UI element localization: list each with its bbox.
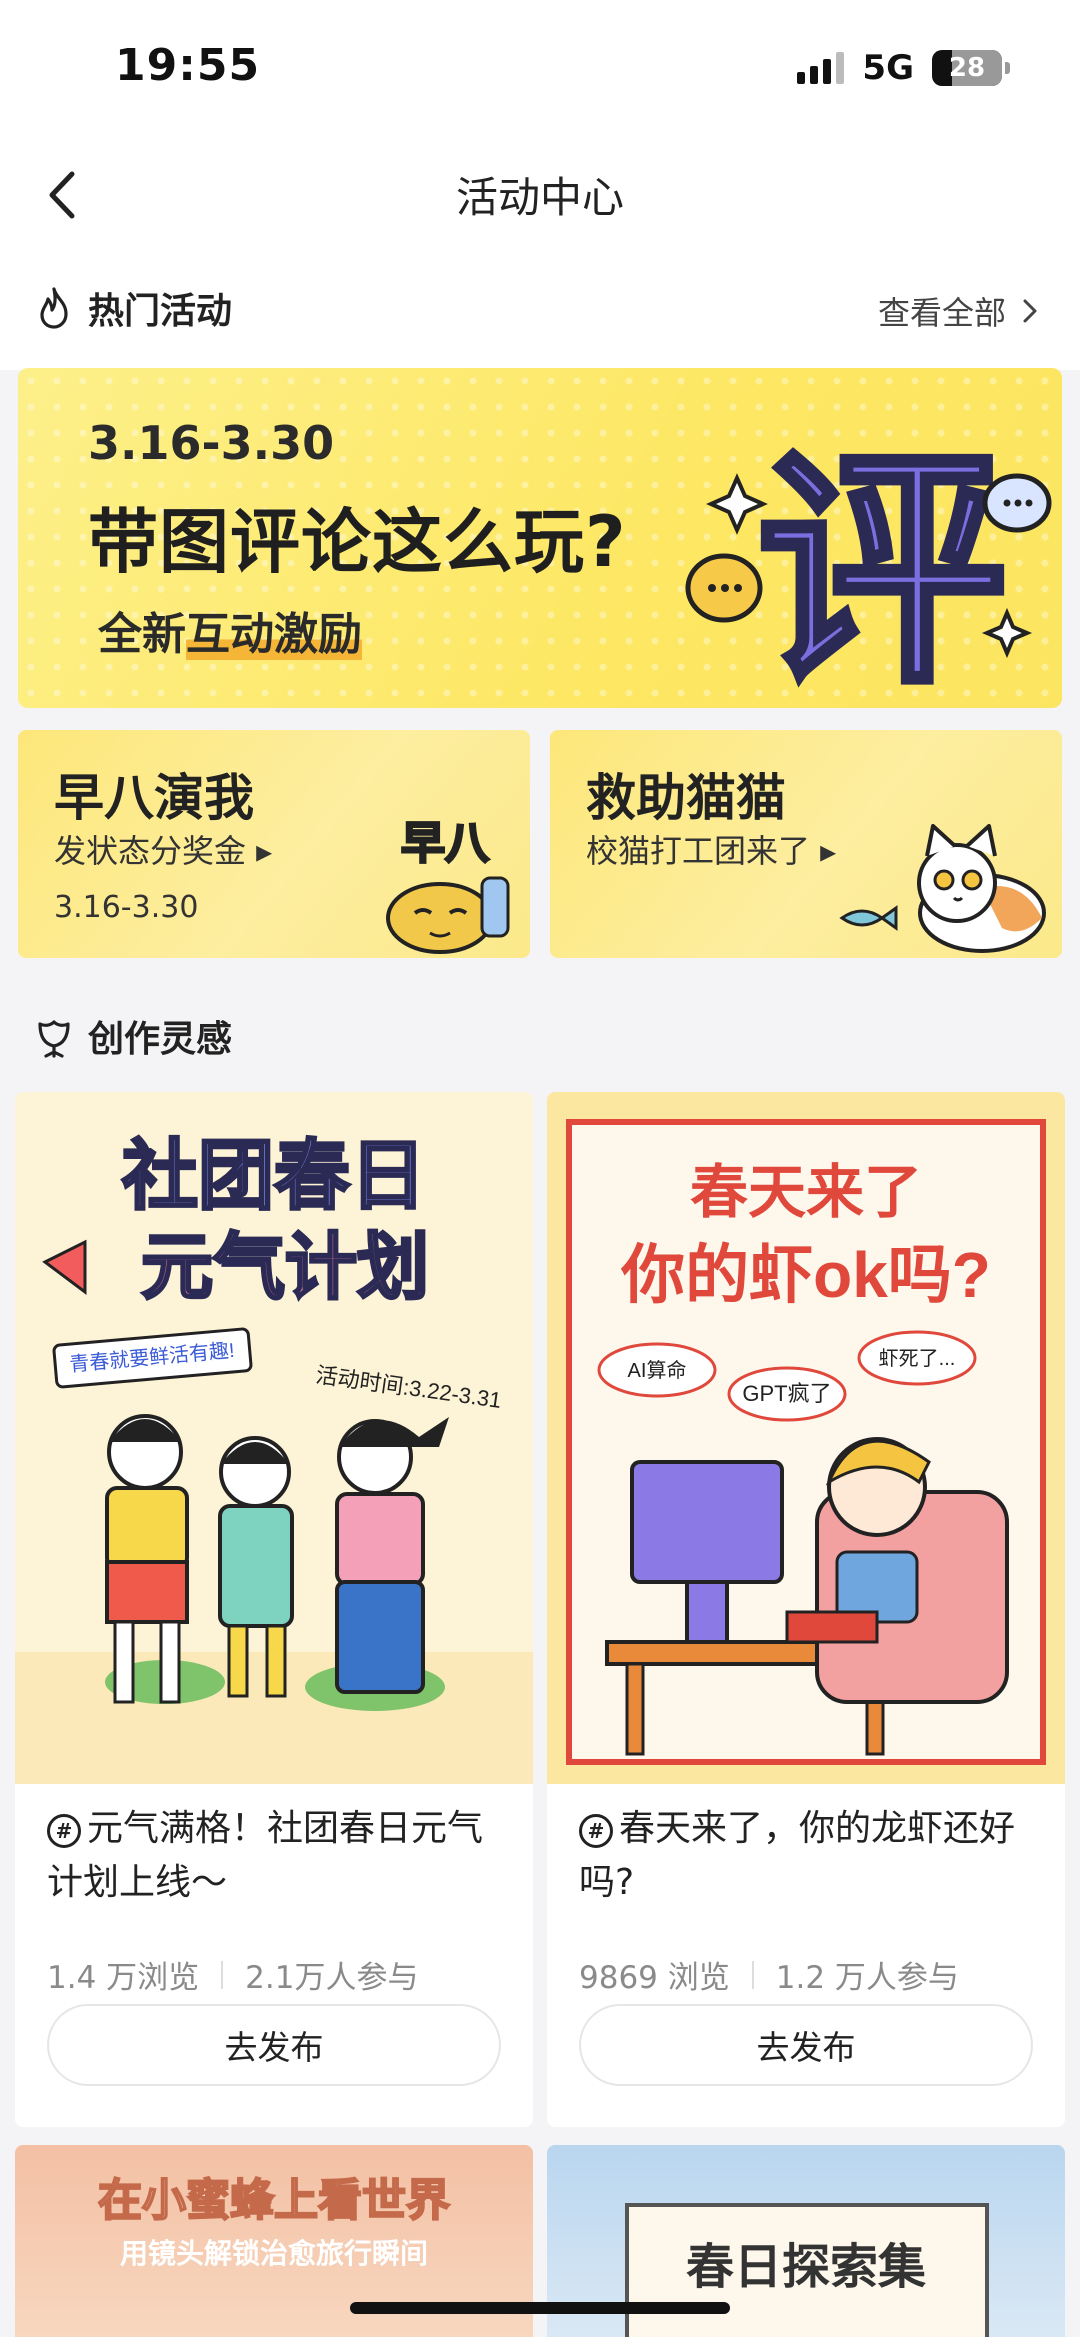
inspiration-section-title: 创作灵感 [88,1019,233,1060]
hero-date: 3.16-3.30 [88,416,335,470]
svg-text:评: 评 [757,432,1007,708]
topic-hash-icon: # [579,1814,613,1848]
cat-illustration [839,824,1046,953]
activity-card-morning[interactable]: 早八演我 发状态分奖金 ▸ 3.16-3.30 早八 [18,730,530,958]
status-time: 19:55 [115,40,261,91]
network-type: 5G [862,48,914,88]
participant-count: 2.1万人参与 [245,1960,419,1996]
publish-button[interactable]: 去发布 [579,2004,1033,2086]
post-stats: 9869 浏览 1.2 万人参与 [579,1952,959,1997]
status-indicators: 5G 28 [797,48,1010,88]
svg-text:春天来了: 春天来了 [690,1160,922,1225]
page-title: 活动中心 [455,173,624,222]
status-bar: 19:55 5G 28 [0,0,1080,140]
nav-bar: 活动中心 [0,140,1080,245]
flame-icon [40,287,68,329]
hero-title: 带图评论这么玩? [88,501,627,583]
publish-button[interactable]: 去发布 [47,2004,501,2086]
signal-icon [797,52,845,84]
hero-banner[interactable]: 3.16-3.30 带图评论这么玩? 全新互动激励 评 [18,368,1062,708]
activity-card-cat[interactable]: 救助猫猫 校猫打工团来了 ▸ [550,730,1062,958]
post-title: # 春天来了，你的龙虾还好吗? [579,1808,1016,1903]
view-count: 1.4 万浏览 [47,1960,200,1996]
inspiration-section-header: 创作灵感 [0,996,1080,1076]
spring-lobster-poster: 春天来了 你的虾ok吗? AI算命 GPT疯了 虾死了... [547,1092,1065,1784]
club-spring-poster: 社团春日 元气计划 青春就要鲜活有趣! 活动时间:3.22-3.31 [15,1092,533,1784]
inspiration-card-club[interactable]: 社团春日 元气计划 青春就要鲜活有趣! 活动时间:3.22-3.31 # 元气满格… [15,1092,533,2127]
post-title: # 元气满格！社团春日元气计划上线～ [47,1808,484,1903]
view-count: 9869 浏览 [579,1960,730,1996]
battery-level: 28 [948,53,986,83]
see-all-label: 查看全部 [877,294,1006,332]
card-subtitle: 校猫打工团来了 ▸ [586,832,837,870]
svg-text:春日探索集: 春日探索集 [686,2241,926,2294]
card-title: 早八演我 [54,769,254,827]
svg-text:虾死了...: 虾死了... [879,1347,956,1370]
card-title: 救助猫猫 [586,769,786,827]
svg-text:在小蜜蜂上看世界: 在小蜜蜂上看世界 [98,2176,450,2225]
hot-section-header: 热门活动 查看全部 [0,268,1080,348]
chevron-right-icon [1023,299,1037,323]
sleepy-character-illustration: 早八 [386,818,510,954]
see-all-link[interactable]: 查看全部 [878,288,1040,334]
participant-count: 1.2 万人参与 [775,1960,959,1996]
post-stats: 1.4 万浏览 2.1万人参与 [47,1952,418,1997]
svg-text:GPT疯了: GPT疯了 [742,1381,831,1406]
comment-badge-illustration: 评 [685,429,1052,708]
svg-text:早八: 早八 [401,819,490,868]
hot-section-title: 热门活动 [88,291,233,332]
hero-subtitle: 全新互动激励 [98,609,362,660]
battery-icon: 28 [932,50,1010,86]
svg-text:社团春日: 社团春日 [122,1134,426,1219]
svg-text:用镜头解锁治愈旅行瞬间: 用镜头解锁治愈旅行瞬间 [120,2237,428,2269]
svg-text:元气计划: 元气计划 [141,1228,429,1308]
svg-text:你的虾ok吗?: 你的虾ok吗? [620,1239,991,1311]
card-subtitle: 发状态分奖金 ▸ [54,832,273,870]
topic-hash-icon: # [47,1814,81,1848]
card-date: 3.16-3.30 [54,890,199,925]
svg-text:AI算命: AI算命 [628,1359,687,1382]
inspiration-card-lobster[interactable]: 春天来了 你的虾ok吗? AI算命 GPT疯了 虾死了... # 春天来了，你的龙… [547,1092,1065,2127]
flower-icon [38,1020,70,1058]
home-indicator [350,2302,730,2314]
